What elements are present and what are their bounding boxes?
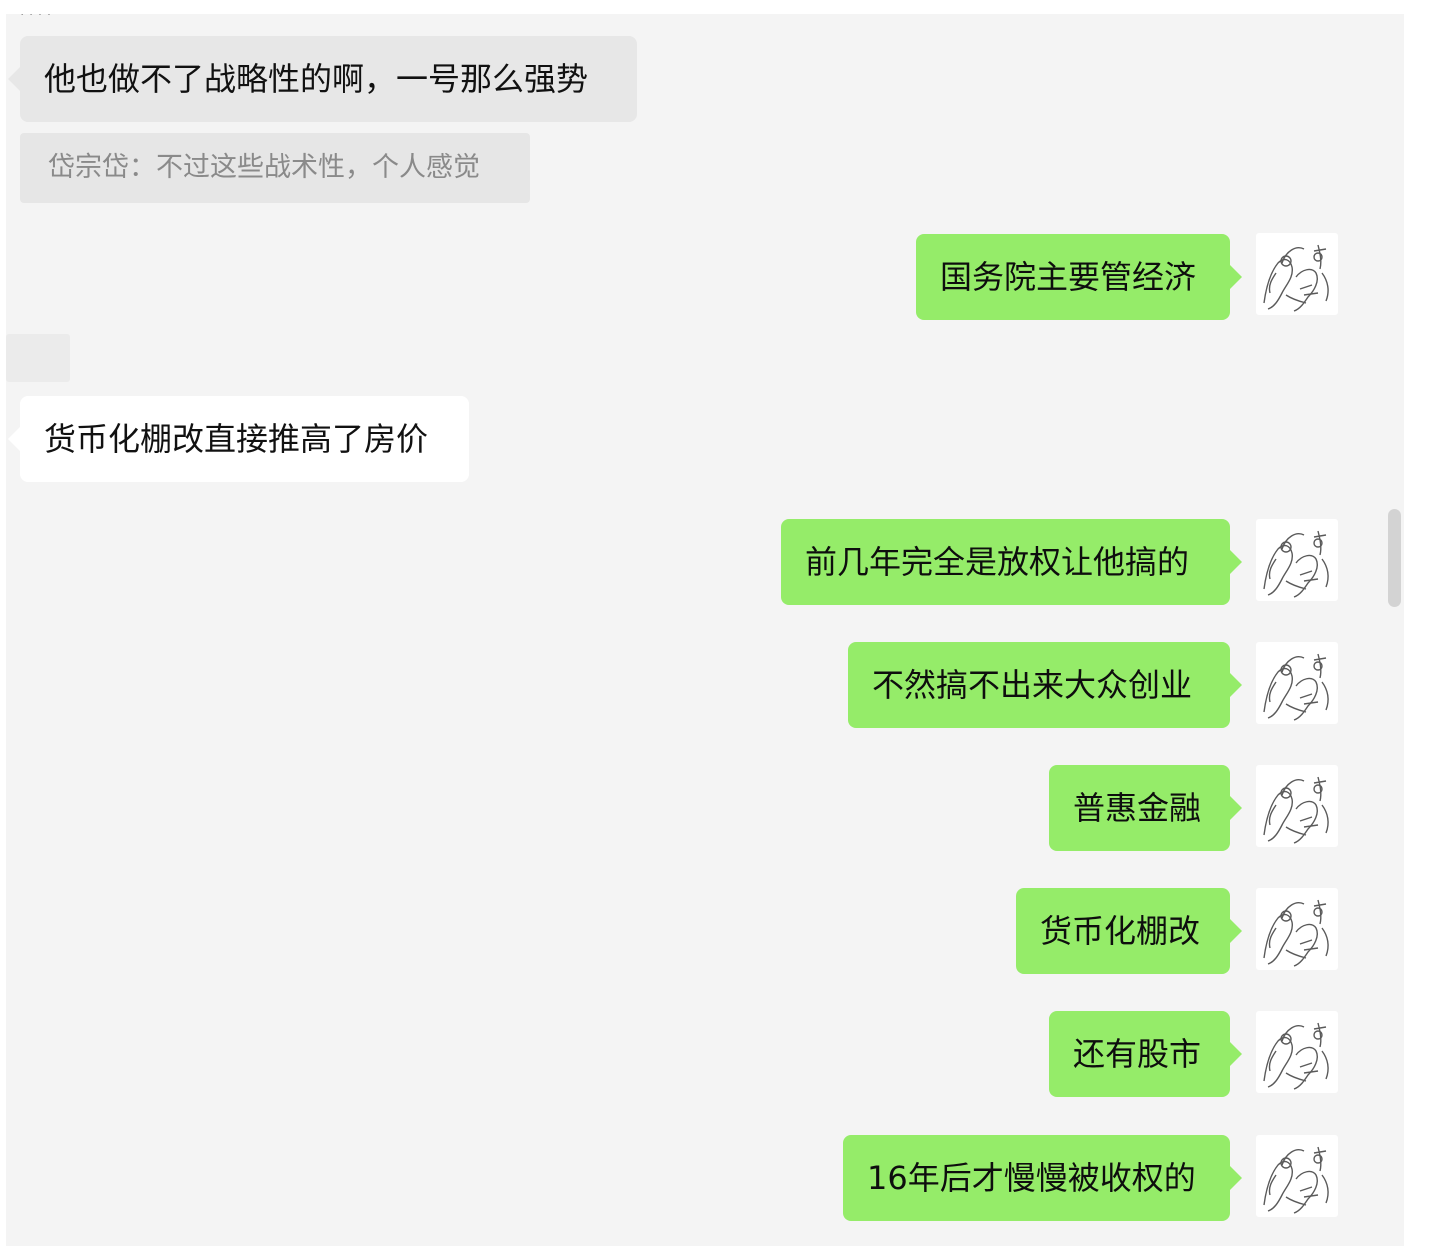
outgoing-message[interactable]: 前几年完全是放权让他搞的 (781, 519, 1242, 605)
message-text: 普惠金融 (1073, 789, 1202, 827)
message-text: 还有股市 (1073, 1035, 1202, 1073)
user-avatar[interactable] (1256, 1135, 1338, 1217)
quoted-message[interactable]: 岱宗岱：不过这些战术性，个人感觉 (20, 133, 530, 203)
sketch-figure-icon (1263, 530, 1329, 598)
outgoing-message[interactable]: 不然搞不出来大众创业 (848, 642, 1242, 728)
outgoing-message[interactable]: 货币化棚改 (1016, 888, 1242, 974)
clipped-timestamp: · · · · (20, 14, 100, 20)
user-avatar[interactable] (1256, 1011, 1338, 1093)
sketch-figure-icon (1263, 1022, 1329, 1090)
redacted-sender-name (6, 334, 70, 382)
quote-text: 岱宗岱：不过这些战术性，个人感觉 (48, 152, 480, 183)
sketch-figure-icon (1263, 1146, 1329, 1214)
message-text: 不然搞不出来大众创业 (872, 666, 1193, 704)
sketch-figure-icon (1263, 244, 1329, 312)
outgoing-message[interactable]: 普惠金融 (1049, 765, 1242, 851)
user-avatar[interactable] (1256, 519, 1338, 601)
outgoing-message[interactable]: 还有股市 (1049, 1011, 1242, 1097)
outgoing-message[interactable]: 国务院主要管经济 (916, 234, 1242, 320)
chat-message-area[interactable]: · · · · 他也做不了战略性的啊，一号那么强势 岱宗岱：不过这些战术性，个人… (6, 14, 1404, 1246)
user-avatar[interactable] (1256, 765, 1338, 847)
message-text: 他也做不了战略性的啊，一号那么强势 (44, 60, 589, 98)
message-text: 前几年完全是放权让他搞的 (805, 543, 1190, 581)
message-text: 16年后才慢慢被收权的 (867, 1159, 1196, 1197)
message-text: 货币化棚改直接推高了房价 (44, 420, 429, 458)
outgoing-message[interactable]: 16年后才慢慢被收权的 (843, 1135, 1242, 1221)
message-text: 国务院主要管经济 (940, 258, 1197, 296)
message-text: 货币化棚改 (1040, 912, 1201, 950)
incoming-message[interactable]: 货币化棚改直接推高了房价 (8, 396, 469, 482)
scrollbar-thumb[interactable] (1388, 509, 1401, 607)
user-avatar[interactable] (1256, 642, 1338, 724)
sketch-figure-icon (1263, 899, 1329, 967)
sketch-figure-icon (1263, 776, 1329, 844)
incoming-message[interactable]: 他也做不了战略性的啊，一号那么强势 (8, 36, 637, 122)
user-avatar[interactable] (1256, 888, 1338, 970)
user-avatar[interactable] (1256, 233, 1338, 315)
sketch-figure-icon (1263, 653, 1329, 721)
